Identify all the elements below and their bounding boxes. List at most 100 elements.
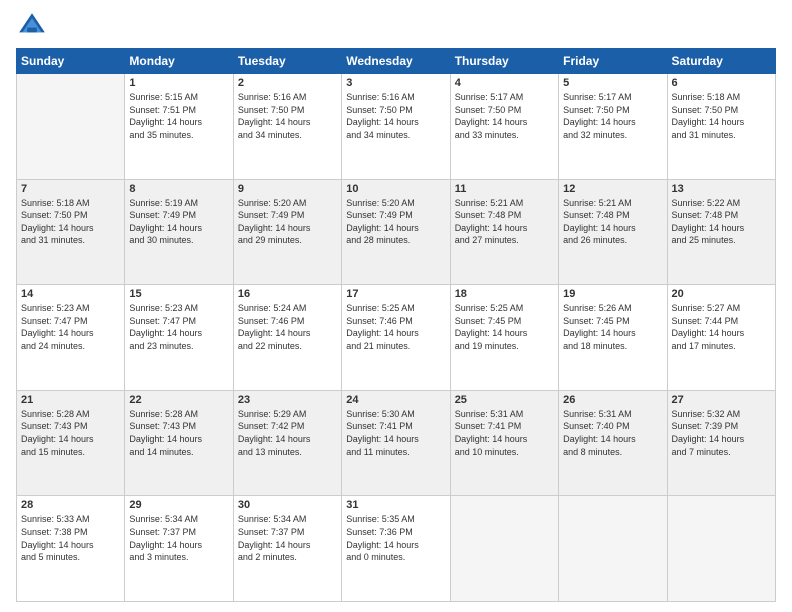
calendar-cell: 31Sunrise: 5:35 AMSunset: 7:36 PMDayligh… xyxy=(342,496,450,602)
day-info: Sunrise: 5:30 AMSunset: 7:41 PMDaylight:… xyxy=(346,408,445,458)
day-info: Sunrise: 5:17 AMSunset: 7:50 PMDaylight:… xyxy=(455,91,554,141)
calendar-header-tuesday: Tuesday xyxy=(233,49,341,74)
day-info: Sunrise: 5:31 AMSunset: 7:40 PMDaylight:… xyxy=(563,408,662,458)
day-number: 17 xyxy=(346,288,445,300)
calendar-cell: 5 Sunrise: 5:17 AMSunset: 7:50 PMDaylight… xyxy=(559,74,667,180)
day-number: 7 xyxy=(21,183,120,195)
calendar-header-friday: Friday xyxy=(559,49,667,74)
calendar-cell xyxy=(450,496,558,602)
day-number: 20 xyxy=(672,288,771,300)
calendar-header-row: SundayMondayTuesdayWednesdayThursdayFrid… xyxy=(17,49,776,74)
day-number: 8 xyxy=(129,183,228,195)
calendar-cell: 25 Sunrise: 5:31 AMSunset: 7:41 PMDayligh… xyxy=(450,390,558,496)
calendar-cell: 11 Sunrise: 5:21 AMSunset: 7:48 PMDayligh… xyxy=(450,179,558,285)
day-number: 2 xyxy=(238,77,337,89)
calendar-cell: 16Sunrise: 5:24 AMSunset: 7:46 PMDayligh… xyxy=(233,285,341,391)
day-info: Sunrise: 5:35 AMSunset: 7:36 PMDaylight:… xyxy=(346,513,445,563)
calendar-cell: 1Sunrise: 5:15 AMSunset: 7:51 PMDaylight… xyxy=(125,74,233,180)
calendar-header-sunday: Sunday xyxy=(17,49,125,74)
day-info: Sunrise: 5:29 AMSunset: 7:42 PMDaylight:… xyxy=(238,408,337,458)
calendar-cell: 9 Sunrise: 5:20 AMSunset: 7:49 PMDaylight… xyxy=(233,179,341,285)
day-info: Sunrise: 5:28 AMSunset: 7:43 PMDaylight:… xyxy=(129,408,228,458)
day-number: 28 xyxy=(21,499,120,511)
calendar-week-row: 14 Sunrise: 5:23 AMSunset: 7:47 PMDayligh… xyxy=(17,285,776,391)
day-info: Sunrise: 5:22 AMSunset: 7:48 PMDaylight:… xyxy=(672,197,771,247)
day-number: 24 xyxy=(346,394,445,406)
day-info: Sunrise: 5:32 AMSunset: 7:39 PMDaylight:… xyxy=(672,408,771,458)
day-number: 13 xyxy=(672,183,771,195)
day-number: 30 xyxy=(238,499,337,511)
day-info: Sunrise: 5:27 AMSunset: 7:44 PMDaylight:… xyxy=(672,302,771,352)
calendar-cell: 8 Sunrise: 5:19 AMSunset: 7:49 PMDaylight… xyxy=(125,179,233,285)
day-number: 16 xyxy=(238,288,337,300)
header xyxy=(16,10,776,42)
calendar-week-row: 7Sunrise: 5:18 AMSunset: 7:50 PMDaylight… xyxy=(17,179,776,285)
calendar-cell: 15Sunrise: 5:23 AMSunset: 7:47 PMDayligh… xyxy=(125,285,233,391)
day-info: Sunrise: 5:19 AMSunset: 7:49 PMDaylight:… xyxy=(129,197,228,247)
day-number: 25 xyxy=(455,394,554,406)
day-number: 9 xyxy=(238,183,337,195)
calendar-cell xyxy=(559,496,667,602)
calendar-cell xyxy=(667,496,775,602)
day-info: Sunrise: 5:34 AMSunset: 7:37 PMDaylight:… xyxy=(238,513,337,563)
day-number: 22 xyxy=(129,394,228,406)
calendar-cell: 27 Sunrise: 5:32 AMSunset: 7:39 PMDayligh… xyxy=(667,390,775,496)
calendar-cell: 23 Sunrise: 5:29 AMSunset: 7:42 PMDayligh… xyxy=(233,390,341,496)
day-number: 11 xyxy=(455,183,554,195)
calendar-cell: 12Sunrise: 5:21 AMSunset: 7:48 PMDayligh… xyxy=(559,179,667,285)
day-number: 26 xyxy=(563,394,662,406)
day-number: 4 xyxy=(455,77,554,89)
calendar-cell: 24 Sunrise: 5:30 AMSunset: 7:41 PMDayligh… xyxy=(342,390,450,496)
calendar-cell: 4 Sunrise: 5:17 AMSunset: 7:50 PMDaylight… xyxy=(450,74,558,180)
day-number: 3 xyxy=(346,77,445,89)
calendar-cell: 6Sunrise: 5:18 AMSunset: 7:50 PMDaylight… xyxy=(667,74,775,180)
logo xyxy=(16,10,52,42)
day-number: 18 xyxy=(455,288,554,300)
day-info: Sunrise: 5:33 AMSunset: 7:38 PMDaylight:… xyxy=(21,513,120,563)
calendar-table: SundayMondayTuesdayWednesdayThursdayFrid… xyxy=(16,48,776,602)
day-info: Sunrise: 5:21 AMSunset: 7:48 PMDaylight:… xyxy=(455,197,554,247)
calendar-week-row: 28 Sunrise: 5:33 AMSunset: 7:38 PMDayligh… xyxy=(17,496,776,602)
day-info: Sunrise: 5:31 AMSunset: 7:41 PMDaylight:… xyxy=(455,408,554,458)
day-info: Sunrise: 5:20 AMSunset: 7:49 PMDaylight:… xyxy=(346,197,445,247)
day-number: 1 xyxy=(129,77,228,89)
calendar-cell: 2 Sunrise: 5:16 AMSunset: 7:50 PMDaylight… xyxy=(233,74,341,180)
day-info: Sunrise: 5:20 AMSunset: 7:49 PMDaylight:… xyxy=(238,197,337,247)
logo-icon xyxy=(16,10,48,42)
calendar-cell: 14 Sunrise: 5:23 AMSunset: 7:47 PMDayligh… xyxy=(17,285,125,391)
day-number: 14 xyxy=(21,288,120,300)
calendar-cell: 13 Sunrise: 5:22 AMSunset: 7:48 PMDayligh… xyxy=(667,179,775,285)
day-number: 29 xyxy=(129,499,228,511)
calendar-cell: 19Sunrise: 5:26 AMSunset: 7:45 PMDayligh… xyxy=(559,285,667,391)
calendar-cell: 3 Sunrise: 5:16 AMSunset: 7:50 PMDaylight… xyxy=(342,74,450,180)
calendar-week-row: 21 Sunrise: 5:28 AMSunset: 7:43 PMDayligh… xyxy=(17,390,776,496)
day-info: Sunrise: 5:18 AMSunset: 7:50 PMDaylight:… xyxy=(672,91,771,141)
day-number: 5 xyxy=(563,77,662,89)
day-number: 27 xyxy=(672,394,771,406)
calendar-header-thursday: Thursday xyxy=(450,49,558,74)
day-number: 21 xyxy=(21,394,120,406)
calendar-cell: 30 Sunrise: 5:34 AMSunset: 7:37 PMDayligh… xyxy=(233,496,341,602)
calendar-week-row: 1Sunrise: 5:15 AMSunset: 7:51 PMDaylight… xyxy=(17,74,776,180)
calendar-cell: 18Sunrise: 5:25 AMSunset: 7:45 PMDayligh… xyxy=(450,285,558,391)
calendar-header-saturday: Saturday xyxy=(667,49,775,74)
day-info: Sunrise: 5:17 AMSunset: 7:50 PMDaylight:… xyxy=(563,91,662,141)
calendar-header-wednesday: Wednesday xyxy=(342,49,450,74)
calendar-cell: 7Sunrise: 5:18 AMSunset: 7:50 PMDaylight… xyxy=(17,179,125,285)
calendar-cell: 17 Sunrise: 5:25 AMSunset: 7:46 PMDayligh… xyxy=(342,285,450,391)
calendar-cell: 10Sunrise: 5:20 AMSunset: 7:49 PMDayligh… xyxy=(342,179,450,285)
day-info: Sunrise: 5:16 AMSunset: 7:50 PMDaylight:… xyxy=(346,91,445,141)
day-number: 23 xyxy=(238,394,337,406)
calendar-cell: 20 Sunrise: 5:27 AMSunset: 7:44 PMDayligh… xyxy=(667,285,775,391)
day-info: Sunrise: 5:16 AMSunset: 7:50 PMDaylight:… xyxy=(238,91,337,141)
day-number: 12 xyxy=(563,183,662,195)
day-info: Sunrise: 5:23 AMSunset: 7:47 PMDaylight:… xyxy=(21,302,120,352)
calendar-cell: 29Sunrise: 5:34 AMSunset: 7:37 PMDayligh… xyxy=(125,496,233,602)
day-info: Sunrise: 5:25 AMSunset: 7:46 PMDaylight:… xyxy=(346,302,445,352)
calendar-cell: 28 Sunrise: 5:33 AMSunset: 7:38 PMDayligh… xyxy=(17,496,125,602)
day-info: Sunrise: 5:23 AMSunset: 7:47 PMDaylight:… xyxy=(129,302,228,352)
day-info: Sunrise: 5:26 AMSunset: 7:45 PMDaylight:… xyxy=(563,302,662,352)
calendar-cell: 26 Sunrise: 5:31 AMSunset: 7:40 PMDayligh… xyxy=(559,390,667,496)
page: SundayMondayTuesdayWednesdayThursdayFrid… xyxy=(0,0,792,612)
calendar-cell xyxy=(17,74,125,180)
